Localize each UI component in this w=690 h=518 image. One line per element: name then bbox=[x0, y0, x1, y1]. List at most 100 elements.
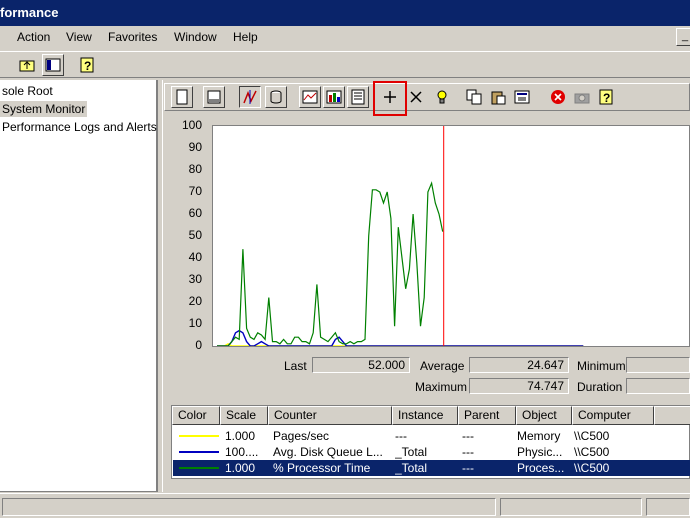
delete-counter-button[interactable] bbox=[405, 86, 427, 108]
delete-x-icon bbox=[410, 91, 422, 103]
computer-cell: \\C500 bbox=[574, 445, 610, 459]
help-icon: ? bbox=[80, 57, 94, 73]
y-tick-label: 40 bbox=[188, 250, 202, 264]
help-icon: ? bbox=[599, 89, 613, 105]
menu-action[interactable]: Action bbox=[17, 30, 50, 44]
scale-cell: 1.000 bbox=[225, 461, 256, 475]
instance-cell: --- bbox=[395, 429, 407, 443]
view-graph-button[interactable] bbox=[299, 86, 321, 108]
computer-cell: \\C500 bbox=[574, 461, 610, 475]
up-folder-icon bbox=[19, 60, 35, 72]
copy-properties-button[interactable] bbox=[463, 86, 485, 108]
menu-view[interactable]: View bbox=[66, 30, 92, 44]
parent-cell: --- bbox=[462, 429, 474, 443]
copy-icon bbox=[466, 89, 482, 105]
show-hide-tree-button[interactable] bbox=[42, 54, 64, 76]
column-header-color[interactable]: Color bbox=[172, 406, 220, 425]
status-panel-main bbox=[2, 498, 496, 516]
legend-row-pages[interactable]: 1.000 Pages/sec --- --- Memory \\C500 bbox=[173, 428, 690, 444]
status-panel-3 bbox=[646, 498, 690, 516]
view-current-activity-button[interactable] bbox=[239, 86, 261, 108]
column-header-instance[interactable]: Instance bbox=[392, 406, 458, 425]
menu-help[interactable]: Help bbox=[233, 30, 258, 44]
paste-icon bbox=[491, 91, 506, 105]
maximum-value: 74.747 bbox=[469, 378, 569, 394]
highlight-button[interactable] bbox=[431, 86, 453, 108]
y-tick-label: 60 bbox=[188, 206, 202, 220]
y-tick-label: 0 bbox=[195, 338, 202, 352]
properties-button[interactable] bbox=[511, 86, 533, 108]
counter-cell: % Processor Time bbox=[273, 461, 371, 475]
view-histogram-button[interactable] bbox=[323, 86, 345, 108]
processor-time-line bbox=[217, 181, 444, 347]
color-swatch bbox=[179, 467, 219, 469]
view-log-data-button[interactable] bbox=[265, 86, 287, 108]
counter-legend: Color Scale Counter Instance Parent Obje… bbox=[171, 405, 690, 479]
tree-item-performance-logs[interactable]: Performance Logs and Alerts bbox=[0, 119, 159, 135]
update-data-button[interactable] bbox=[571, 86, 593, 108]
mdi-minimize-button[interactable]: _ bbox=[676, 28, 690, 46]
scale-cell: 1.000 bbox=[225, 429, 256, 443]
y-tick-label: 10 bbox=[188, 316, 202, 330]
maximum-label: Maximum bbox=[415, 380, 468, 394]
average-label: Average bbox=[420, 359, 465, 373]
clear-icon bbox=[207, 90, 221, 104]
freeze-display-button[interactable] bbox=[547, 86, 569, 108]
camera-icon bbox=[574, 93, 590, 104]
tree-item-system-monitor[interactable]: System Monitor bbox=[0, 101, 88, 117]
new-counter-set-button[interactable] bbox=[171, 86, 193, 108]
paste-counter-list-button[interactable] bbox=[487, 86, 509, 108]
object-cell: Physic... bbox=[517, 445, 563, 459]
computer-cell: \\C500 bbox=[574, 429, 610, 443]
column-header-empty bbox=[654, 406, 690, 425]
report-icon bbox=[351, 89, 365, 105]
status-bar bbox=[0, 493, 690, 518]
menu-window[interactable]: Window bbox=[174, 30, 217, 44]
legend-row-processor[interactable]: 1.000 % Processor Time _Total --- Proces… bbox=[172, 459, 690, 477]
help-button[interactable]: ? bbox=[76, 54, 98, 76]
counter-cell: Pages/sec bbox=[273, 429, 330, 443]
tree-item-console-root[interactable]: sole Root bbox=[0, 83, 55, 99]
object-cell: Proces... bbox=[517, 461, 565, 475]
main-toolbar: ? bbox=[0, 51, 690, 78]
legend-row-disk[interactable]: 100.... Avg. Disk Queue L... _Total --- … bbox=[173, 444, 690, 460]
new-icon bbox=[176, 89, 188, 105]
minimum-label: Minimum bbox=[577, 359, 626, 373]
view-report-button[interactable] bbox=[347, 86, 369, 108]
scale-cell: 100.... bbox=[225, 445, 259, 459]
column-header-parent[interactable]: Parent bbox=[458, 406, 516, 425]
duration-value bbox=[626, 378, 690, 394]
clear-display-button[interactable] bbox=[203, 86, 225, 108]
parent-cell: --- bbox=[462, 445, 474, 459]
y-tick-label: 20 bbox=[188, 294, 202, 308]
lightbulb-icon bbox=[437, 90, 447, 104]
column-header-counter[interactable]: Counter bbox=[268, 406, 392, 425]
instance-cell: _Total bbox=[395, 461, 428, 475]
column-header-computer[interactable]: Computer bbox=[572, 406, 654, 425]
tree-pane-icon bbox=[45, 58, 61, 72]
y-tick-label: 100 bbox=[181, 118, 202, 132]
column-header-object[interactable]: Object bbox=[516, 406, 572, 425]
title-bar[interactable]: formance bbox=[0, 0, 690, 26]
last-value: 52.000 bbox=[312, 357, 410, 373]
svg-text:?: ? bbox=[603, 91, 610, 105]
sm-help-button[interactable]: ? bbox=[595, 86, 617, 108]
object-cell: Memory bbox=[517, 429, 561, 443]
instance-cell: _Total bbox=[395, 445, 428, 459]
menu-bar: Action View Favorites Window Help bbox=[0, 26, 690, 50]
up-one-level-button[interactable] bbox=[16, 54, 38, 76]
average-value: 24.647 bbox=[469, 357, 569, 373]
color-swatch bbox=[179, 435, 219, 437]
last-label: Last bbox=[284, 359, 307, 373]
y-axis: 100 90 80 70 60 50 40 30 20 10 0 bbox=[172, 118, 206, 356]
minimum-value bbox=[626, 357, 690, 373]
duration-label: Duration bbox=[577, 380, 623, 394]
menu-favorites[interactable]: Favorites bbox=[108, 30, 157, 44]
status-panel-2 bbox=[500, 498, 642, 516]
column-header-scale[interactable]: Scale bbox=[220, 406, 268, 425]
graph-plot-area[interactable] bbox=[212, 125, 690, 347]
stop-icon bbox=[551, 90, 565, 104]
graph-canvas bbox=[217, 126, 584, 347]
y-tick-label: 30 bbox=[188, 272, 202, 286]
window-title: formance bbox=[0, 5, 59, 20]
